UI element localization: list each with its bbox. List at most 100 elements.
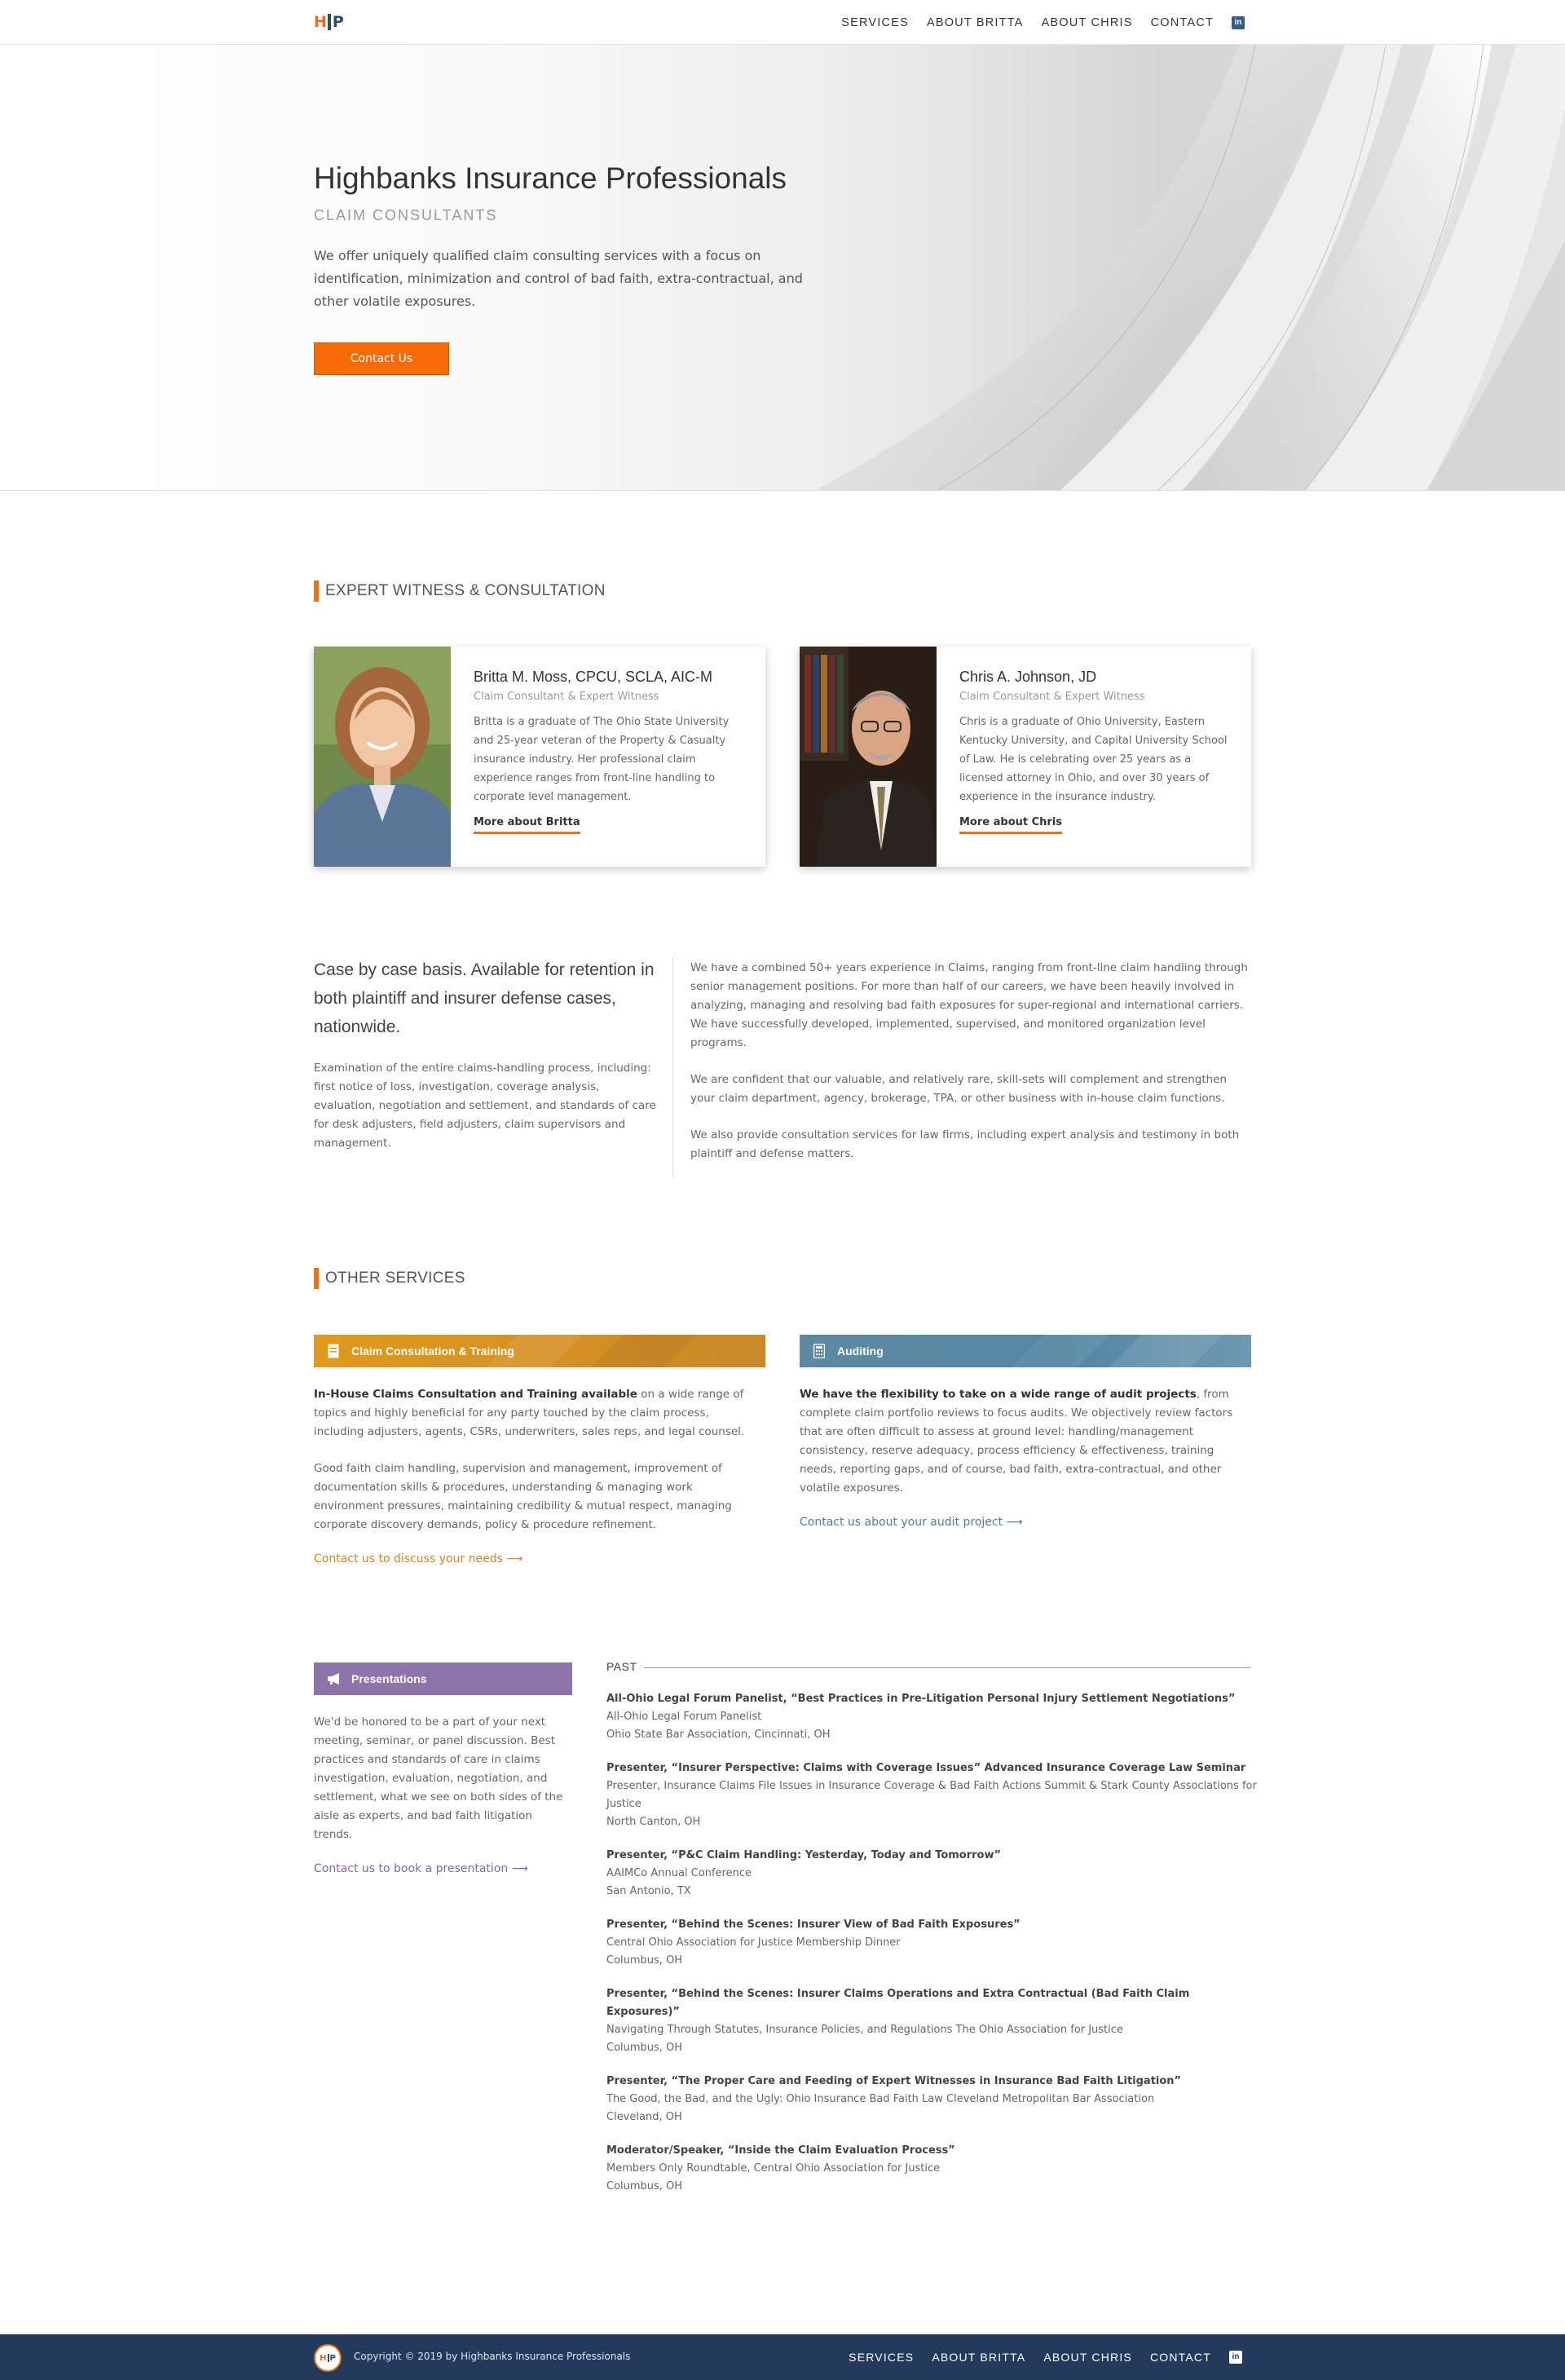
presentations-text: We'd be honored to be a part of your nex… [314,1715,563,1841]
heading-accent-bar [314,581,319,602]
expert-heading-text: EXPERT WITNESS & CONSULTATION [325,582,606,599]
nav-link-contact[interactable]: CONTACT [1151,16,1214,29]
megaphone-icon [327,1671,340,1687]
training-lead-bold: In-House Claims Consultation and Trainin… [314,1388,637,1401]
presentation-line: AAIMCo Annual Conference [606,1867,752,1879]
list-item: Presenter, “Insurer Perspective: Claims … [606,1760,1259,1831]
training-text: In-House Claims Consultation and Trainin… [314,1385,762,1534]
hero-subtitle: CLAIM CONSULTANTS [314,207,498,223]
discuss-needs-link[interactable]: Contact us to discuss your needs ⟶ [314,1552,522,1565]
case-intro: Case by case basis. Available for retent… [314,956,656,1153]
case-divider [672,957,673,1177]
nav-link-services[interactable]: SERVICES [841,16,909,29]
presentation-line: Navigating Through Statutes, Insurance P… [606,2024,1123,2036]
auditing-banner: Auditing [800,1335,1251,1367]
logo-bar [327,14,331,30]
presentation-line: Members Only Roundtable, Central Ohio As… [606,2162,941,2175]
heading-accent-bar [314,1268,319,1289]
presentation-line: Central Ohio Association for Justice Mem… [606,1936,901,1949]
hero-section: Highbanks Insurance Professionals CLAIM … [0,45,1565,491]
footer-link-contact[interactable]: CONTACT [1150,2351,1211,2364]
presentation-line: Columbus, OH [606,2180,683,2192]
presentation-line: Ohio State Bar Association, Cincinnati, … [606,1729,831,1741]
case-paragraph: We also provide consultation services fo… [690,1128,1240,1160]
linkedin-icon[interactable]: in [1229,2351,1242,2364]
person-card-britta: Britta M. Moss, CPCU, SCLA, AIC-M Claim … [314,647,765,867]
top-nav: H P SERVICES ABOUT BRITTA ABOUT CHRIS CO… [0,0,1565,45]
presentation-title: Presenter, “Behind the Scenes: Insurer C… [606,1988,1190,2018]
logo-letter-h: H [314,13,327,31]
person-name: Chris A. Johnson, JD [959,669,1097,685]
person-role: Claim Consultant & Expert Witness [959,691,1145,703]
person-bio: Chris is a graduate of Ohio University, … [959,716,1228,803]
site-logo[interactable]: H P [314,13,344,31]
footer-logo-h: H [320,2353,327,2363]
other-services-heading-text: OTHER SERVICES [325,1269,465,1287]
logo-letter-p: P [332,13,344,31]
footer-logo[interactable]: HP [314,2344,342,2372]
auditing-text: We have the flexibility to take on a wid… [800,1385,1251,1498]
hero-description: We offer uniquely qualified claim consul… [314,248,803,309]
presentation-line: Columbus, OH [606,1954,683,1967]
footer-link-about-chris[interactable]: ABOUT CHRIS [1043,2351,1132,2364]
nav-link-about-chris[interactable]: ABOUT CHRIS [1042,16,1133,29]
person-card-chris: Chris A. Johnson, JD Claim Consultant & … [800,647,1251,867]
auditing-lead-rest: , from complete claim portfolio reviews … [800,1388,1233,1495]
presentation-title: Presenter, “Insurer Perspective: Claims … [606,1762,1246,1774]
linkedin-icon[interactable]: in [1232,15,1245,29]
list-item: Presenter, “Behind the Scenes: Insurer V… [606,1916,1259,1970]
list-item: Presenter, “P&C Claim Handling: Yesterda… [606,1847,1259,1901]
case-paragraph: We have a combined 50+ years experience … [690,961,1248,1049]
list-item: Presenter, “Behind the Scenes: Insurer C… [606,1985,1259,2057]
case-paragraphs: We have a combined 50+ years experience … [690,959,1253,1181]
more-about-britta-link[interactable]: More about Britta [474,816,580,834]
case-paragraph: We are confident that our valuable, and … [690,1073,1228,1105]
other-services-heading: OTHER SERVICES [314,1268,465,1289]
footer-links: SERVICES ABOUT BRITTA ABOUT CHRIS CONTAC… [849,2334,1242,2380]
nav-links: SERVICES ABOUT BRITTA ABOUT CHRIS CONTAC… [841,0,1245,45]
training-banner: Claim Consultation & Training [314,1335,765,1367]
training-banner-title: Claim Consultation & Training [351,1345,514,1358]
list-item: All-Ohio Legal Forum Panelist, “Best Pra… [606,1690,1259,1744]
training-body: Good faith claim handling, supervision a… [314,1462,732,1531]
presentation-line: All-Ohio Legal Forum Panelist [606,1711,762,1723]
audit-project-link[interactable]: Contact us about your audit project ⟶ [800,1516,1023,1529]
past-divider [644,1667,1250,1668]
presentation-line: The Good, the Bad, and the Ugly: Ohio In… [606,2093,1155,2105]
site-footer: HP Copyright © 2019 by Highbanks Insuran… [0,2334,1565,2380]
list-item: Moderator/Speaker, “Inside the Claim Eva… [606,2142,1259,2196]
auditing-banner-title: Auditing [837,1345,884,1358]
footer-link-about-britta[interactable]: ABOUT BRITTA [932,2351,1025,2364]
presentations-banner: Presentations [314,1662,572,1695]
presentation-line: San Antonio, TX [606,1885,691,1897]
case-quote: Case by case basis. Available for retent… [314,960,655,1036]
britta-photo [314,647,451,867]
contact-us-button[interactable]: Contact Us [314,342,449,375]
footer-link-services[interactable]: SERVICES [849,2351,914,2364]
presentation-title: Presenter, “The Proper Care and Feeding … [606,2075,1182,2087]
presentation-title: Presenter, “P&C Claim Handling: Yesterda… [606,1849,1002,1861]
expert-heading: EXPERT WITNESS & CONSULTATION [314,581,606,602]
auditing-lead-bold: We have the flexibility to take on a wid… [800,1388,1197,1401]
case-detail: Examination of the entire claims-handlin… [314,1062,656,1150]
chris-photo [800,647,937,867]
list-item: Presenter, “The Proper Care and Feeding … [606,2073,1259,2126]
past-label: PAST [606,1660,637,1673]
hero-title: Highbanks Insurance Professionals [314,161,787,195]
chris-card-body: Chris A. Johnson, JD Claim Consultant & … [959,669,1237,834]
presentation-line: North Canton, OH [606,1816,701,1828]
presentation-line: Presenter, Insurance Claims File Issues … [606,1780,1257,1810]
nav-link-about-britta[interactable]: ABOUT BRITTA [927,16,1024,29]
presentations-banner-title: Presentations [351,1672,427,1685]
presentation-title: Presenter, “Behind the Scenes: Insurer V… [606,1919,1021,1931]
britta-card-body: Britta M. Moss, CPCU, SCLA, AIC-M Claim … [474,669,751,834]
footer-logo-p: P [329,2353,336,2363]
person-role: Claim Consultant & Expert Witness [474,691,659,703]
presentation-title: Moderator/Speaker, “Inside the Claim Eva… [606,2144,955,2157]
book-presentation-link[interactable]: Contact us to book a presentation ⟶ [314,1862,528,1875]
presentation-title: All-Ohio Legal Forum Panelist, “Best Pra… [606,1693,1236,1705]
person-bio: Britta is a graduate of The Ohio State U… [474,716,730,803]
more-about-chris-link[interactable]: More about Chris [959,816,1063,834]
copyright-text: Copyright © 2019 by Highbanks Insurance … [354,2351,631,2362]
presentation-line: Columbus, OH [606,2042,683,2054]
